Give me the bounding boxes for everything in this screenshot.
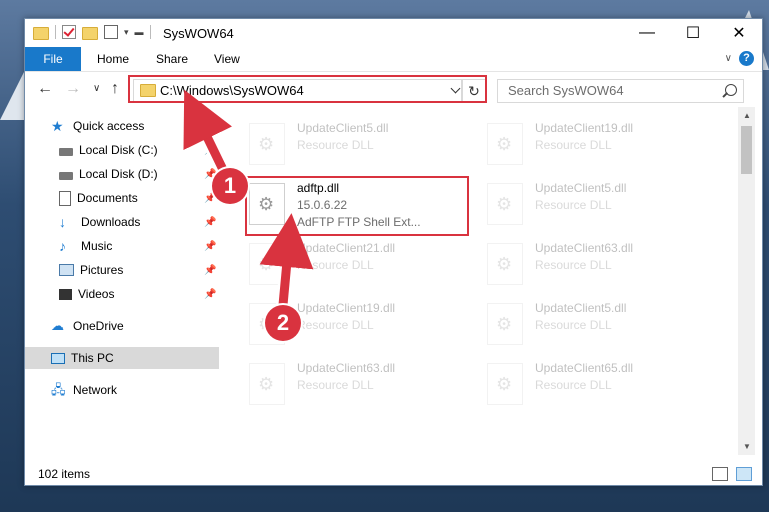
callout-step-1: 1 [212,168,248,204]
tutorial-arrows [183,89,314,312]
callout-step-2: 2 [265,305,301,341]
arrow-2-fill [259,213,314,306]
